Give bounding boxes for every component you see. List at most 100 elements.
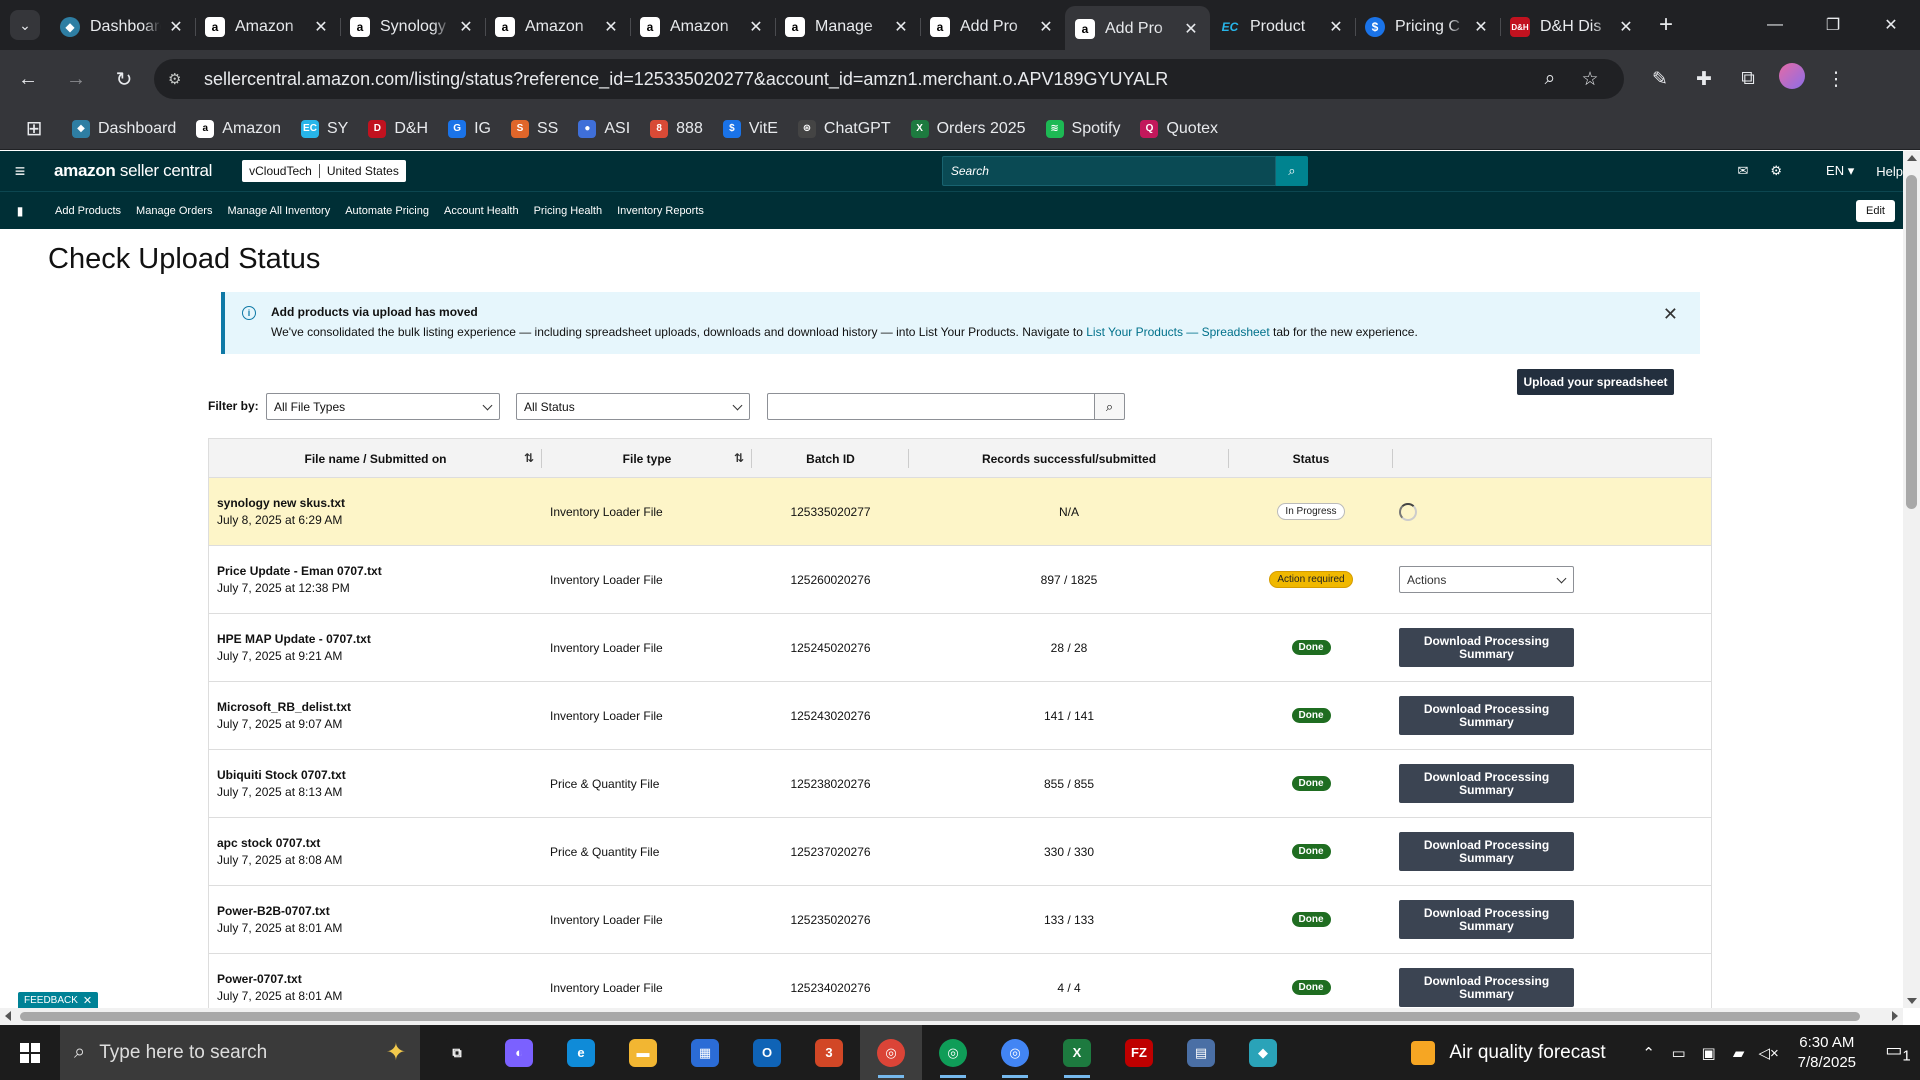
scroll-right-icon[interactable] xyxy=(1892,1011,1898,1021)
browser-tab[interactable]: a Manage ✕ xyxy=(775,8,920,46)
taskbar-search-box[interactable]: ⌕ Type here to search ✦ xyxy=(60,1025,420,1080)
header-file-name[interactable]: File name / Submitted on ⇅ xyxy=(209,439,542,478)
system-clock[interactable]: 6:30 AM 7/8/2025 xyxy=(1798,1033,1856,1073)
close-icon[interactable]: ✕ xyxy=(1182,19,1200,39)
extension-shield-icon[interactable]: ✚ xyxy=(1682,68,1726,91)
taskbar-app-chrome-profile-3[interactable]: ◎ xyxy=(984,1025,1046,1080)
sort-icon[interactable]: ⇅ xyxy=(524,451,534,465)
account-switcher[interactable]: vCloudTech United States xyxy=(242,160,406,182)
hamburger-menu-icon[interactable]: ≡ xyxy=(0,161,40,182)
network-icon[interactable]: ▭ xyxy=(1664,1044,1694,1062)
seller-search-input[interactable]: Search xyxy=(941,156,1276,186)
browser-menu-icon[interactable]: ⋮ xyxy=(1814,68,1858,91)
bookmark-item[interactable]: ⊛ ChatGPT xyxy=(797,119,891,138)
bookmark-item[interactable]: EC SY xyxy=(300,119,348,138)
bookmark-item[interactable]: ≋ Spotify xyxy=(1045,119,1120,138)
taskbar-app-file-explorer[interactable]: ▬ xyxy=(612,1025,674,1080)
seller-central-logo[interactable]: amazon seller central xyxy=(54,161,212,181)
browser-tab[interactable]: ◆ Dashboard ✕ xyxy=(50,8,195,46)
filter-search-button[interactable]: ⌕ xyxy=(1094,393,1125,420)
taskbar-app-app-diamond[interactable]: ◆ xyxy=(1232,1025,1294,1080)
browser-tab[interactable]: a Amazon ✕ xyxy=(485,8,630,46)
seller-search-button[interactable]: ⌕ xyxy=(1275,156,1308,186)
file-type-select[interactable]: All File Types xyxy=(266,393,500,420)
bookmark-item[interactable]: D D&H xyxy=(368,119,428,138)
weather-widget[interactable]: Air quality forecast xyxy=(1411,1040,1606,1065)
bookmark-item[interactable]: $ VitE xyxy=(722,119,778,138)
help-link[interactable]: Help xyxy=(1876,164,1903,179)
scrollbar-thumb[interactable] xyxy=(20,1012,1860,1021)
taskbar-app-chrome-profile-2[interactable]: ◎ xyxy=(922,1025,984,1080)
browser-tab[interactable]: a Amazon ✕ xyxy=(630,8,775,46)
sort-icon[interactable]: ⇅ xyxy=(734,451,744,465)
scroll-up-icon[interactable] xyxy=(1907,155,1917,161)
nav-link[interactable]: Pricing Health xyxy=(534,205,602,217)
download-summary-button[interactable]: Download Processing Summary xyxy=(1399,628,1574,667)
battery-icon[interactable]: ▰ xyxy=(1724,1044,1754,1062)
nav-link[interactable]: Manage All Inventory xyxy=(227,205,330,217)
bookmark-star-icon[interactable]: ☆ xyxy=(1570,68,1610,91)
taskbar-app-teams[interactable]: 3 xyxy=(798,1025,860,1080)
download-summary-button[interactable]: Download Processing Summary xyxy=(1399,832,1574,871)
browser-tab[interactable]: $ Pricing C ✕ xyxy=(1355,8,1500,46)
new-tab-button[interactable]: + xyxy=(1651,11,1681,39)
bookmark-item[interactable]: S SS xyxy=(511,119,558,138)
download-summary-button[interactable]: Download Processing Summary xyxy=(1399,764,1574,803)
download-summary-button[interactable]: Download Processing Summary xyxy=(1399,696,1574,735)
actions-select[interactable]: Actions xyxy=(1399,566,1574,593)
taskbar-app-calculator[interactable]: ▤ xyxy=(1170,1025,1232,1080)
chevron-up-icon[interactable]: ⌃ xyxy=(1634,1044,1664,1062)
bookmark-ribbon-icon[interactable]: ▮ xyxy=(0,204,40,218)
device-icon[interactable]: ▣ xyxy=(1694,1044,1724,1062)
bookmark-item[interactable]: Q Quotex xyxy=(1140,119,1218,138)
close-icon[interactable]: ✕ xyxy=(1037,17,1055,37)
header-file-type[interactable]: File type ⇅ xyxy=(542,439,752,478)
forward-button[interactable]: → xyxy=(56,59,96,99)
extensions-puzzle-icon[interactable]: ⧉ xyxy=(1726,68,1770,90)
address-bar[interactable]: ⚙ sellercentral.amazon.com/listing/statu… xyxy=(154,59,1624,99)
close-window-icon[interactable]: ✕ xyxy=(1862,0,1920,50)
bookmark-item[interactable]: G IG xyxy=(448,119,491,138)
profile-avatar[interactable] xyxy=(1770,63,1814,95)
taskbar-app-outlook[interactable]: O xyxy=(736,1025,798,1080)
nav-link[interactable]: Inventory Reports xyxy=(617,205,704,217)
browser-tab[interactable]: EC Product ✕ xyxy=(1210,8,1355,46)
volume-muted-icon[interactable]: ◁× xyxy=(1754,1044,1784,1062)
nav-link[interactable]: Account Health xyxy=(444,205,519,217)
horizontal-scrollbar[interactable] xyxy=(0,1008,1903,1025)
close-icon[interactable]: ✕ xyxy=(312,17,330,37)
notification-icon[interactable]: ▭1 xyxy=(1876,1040,1920,1065)
bookmark-item[interactable]: X Orders 2025 xyxy=(910,119,1026,138)
taskbar-app-filezilla[interactable]: FZ xyxy=(1108,1025,1170,1080)
extension-feather-icon[interactable]: ✎ xyxy=(1638,68,1682,91)
feedback-tab[interactable]: FEEDBACK ✕ xyxy=(18,992,99,1009)
taskbar-app-chrome-profile-1[interactable]: ◎ xyxy=(860,1025,922,1080)
apps-grid-icon[interactable]: ⊞ xyxy=(20,116,48,141)
bookmark-item[interactable]: 8 888 xyxy=(650,119,703,138)
status-select[interactable]: All Status xyxy=(516,393,750,420)
zoom-icon[interactable]: ⌕ xyxy=(1530,68,1570,90)
taskbar-app-task-view[interactable]: ⧉ xyxy=(426,1025,488,1080)
close-icon[interactable]: ✕ xyxy=(892,17,910,37)
language-selector[interactable]: EN ▾ xyxy=(1804,163,1854,179)
browser-tab[interactable]: a Add Pro ✕ xyxy=(920,8,1065,46)
vertical-scrollbar[interactable] xyxy=(1903,151,1920,1008)
site-settings-icon[interactable]: ⚙ xyxy=(168,70,194,88)
taskbar-app-excel[interactable]: X xyxy=(1046,1025,1108,1080)
tab-search-button[interactable]: ⌄ xyxy=(10,10,40,40)
back-button[interactable]: ← xyxy=(8,59,48,99)
restore-icon[interactable]: ❐ xyxy=(1804,0,1862,50)
scrollbar-thumb[interactable] xyxy=(1906,175,1917,509)
close-icon[interactable]: ✕ xyxy=(457,17,475,37)
browser-tab[interactable]: a Synology ✕ xyxy=(340,8,485,46)
url-text[interactable]: sellercentral.amazon.com/listing/status?… xyxy=(204,69,1530,90)
browser-tab[interactable]: a Amazon ✕ xyxy=(195,8,340,46)
browser-tab[interactable]: D&H D&H Dis ✕ xyxy=(1500,8,1645,46)
mail-icon[interactable]: ✉ xyxy=(1737,163,1748,179)
reload-button[interactable]: ↻ xyxy=(104,59,144,99)
minimize-icon[interactable]: — xyxy=(1746,0,1804,50)
close-icon[interactable]: ✕ xyxy=(167,17,185,37)
close-icon[interactable]: ✕ xyxy=(83,994,92,1007)
taskbar-app-edge[interactable]: e xyxy=(550,1025,612,1080)
bookmark-item[interactable]: a Amazon xyxy=(196,119,281,138)
